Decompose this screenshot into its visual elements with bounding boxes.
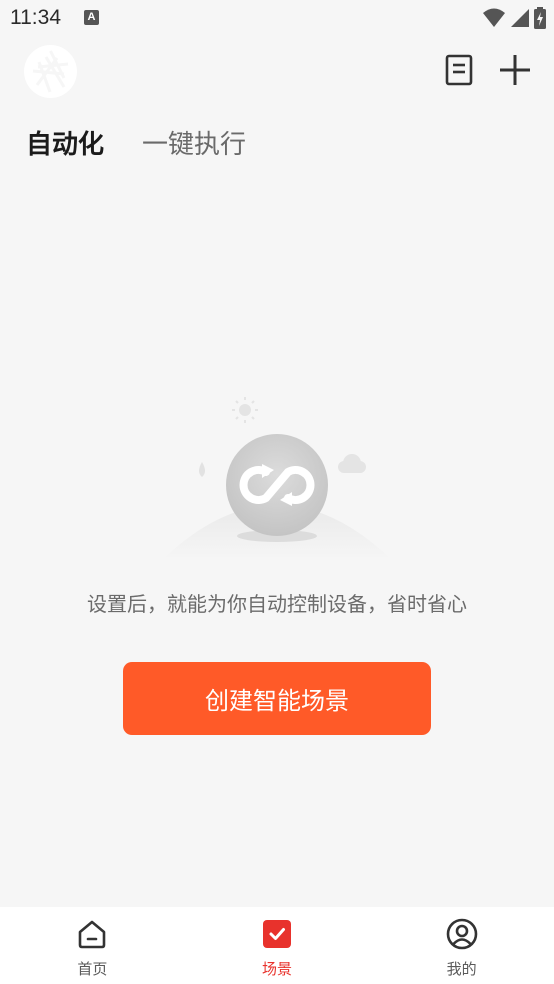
add-button[interactable] [498, 52, 532, 88]
tab-one-click[interactable]: 一键执行 [142, 124, 246, 161]
plus-icon [500, 55, 530, 85]
profile-icon [446, 918, 477, 950]
document-icon [445, 54, 473, 86]
nav-item-scene[interactable]: 场景 [185, 907, 370, 984]
battery-charging-icon [534, 7, 546, 29]
tab-automation[interactable]: 自动化 [26, 124, 104, 161]
scene-tabs: 自动化 一键执行 [26, 124, 246, 161]
signal-icon [511, 9, 529, 27]
nav-item-home[interactable]: 首页 [0, 907, 185, 984]
wifi-icon [483, 8, 505, 27]
bottom-nav: 首页 场景 我的 [0, 907, 554, 984]
home-icon [79, 920, 106, 949]
create-scene-button[interactable]: 创建智能场景 [123, 662, 431, 735]
empty-state-illustration [162, 397, 392, 560]
nav-label-scene: 场景 [262, 960, 293, 978]
status-time: 11:34 [10, 6, 61, 29]
drop-icon [199, 462, 205, 477]
empty-state-message: 设置后，就能为你自动控制设备，省时省心 [87, 592, 467, 616]
nav-label-profile: 我的 [446, 960, 477, 978]
notification-a-icon: A [84, 10, 99, 25]
status-bar: 11:34 A [0, 0, 554, 36]
aperture-logo-icon[interactable] [24, 45, 77, 98]
scene-check-icon [263, 920, 291, 948]
scene-screen: 11:34 A 自动化 一键执行 设置后，就能为你自动控制设备，省时省心 创建智… [0, 0, 554, 984]
log-button[interactable] [442, 52, 476, 88]
header-actions [442, 52, 532, 88]
sun-icon [232, 397, 258, 423]
nav-label-home: 首页 [77, 960, 108, 978]
status-icons [482, 6, 546, 30]
cloud-icon [338, 454, 366, 473]
nav-item-profile[interactable]: 我的 [369, 907, 554, 984]
